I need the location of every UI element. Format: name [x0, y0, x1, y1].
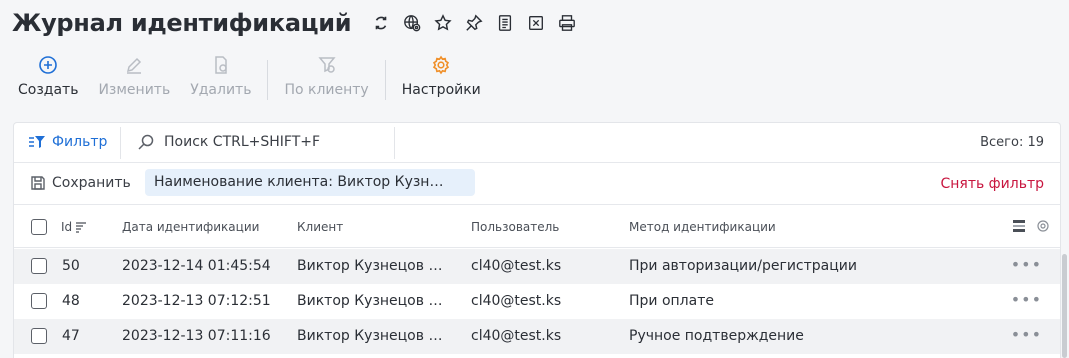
cell-id: 48	[62, 293, 80, 309]
row-checkbox[interactable]	[31, 258, 47, 274]
row-checkbox[interactable]	[31, 293, 47, 309]
cell-client: Виктор Кузнецов …	[297, 328, 443, 344]
row-menu-icon[interactable]: •••	[1011, 255, 1042, 274]
edit-label: Изменить	[98, 82, 171, 98]
page: Журнал идентификаций Создать Изменить Уд…	[0, 0, 1069, 358]
plus-circle-icon	[37, 54, 59, 76]
saved-filter-bar: Сохранить Наименование клиента: Виктор К…	[14, 164, 1060, 205]
table-row[interactable]: 47 2023-12-13 07:11:16 Виктор Кузнецов ……	[14, 319, 1060, 354]
column-id-label: Id	[61, 220, 73, 234]
journal-panel: Фильтр Поиск CTRL+SHIFT+F Всего: 19 Сохр…	[13, 122, 1061, 358]
settings-button[interactable]: Настройки	[392, 54, 491, 98]
row-menu-icon[interactable]: •••	[1011, 325, 1042, 344]
toolbar-divider	[267, 60, 269, 100]
divider	[120, 127, 121, 159]
cell-user: cl40@test.ks	[471, 293, 562, 309]
cell-date: 2023-12-14 01:45:54	[122, 258, 271, 274]
column-client[interactable]: Клиент	[297, 220, 343, 234]
column-user[interactable]: Пользователь	[471, 220, 559, 234]
cell-method: Ручное подтверждение	[629, 328, 804, 344]
star-icon[interactable]	[433, 13, 453, 33]
delete-document-icon	[210, 54, 232, 76]
edit-button[interactable]: Изменить	[88, 54, 180, 98]
pencil-icon	[123, 54, 145, 76]
create-button[interactable]: Создать	[8, 54, 88, 98]
clear-filter-button[interactable]: Снять фильтр	[940, 176, 1044, 192]
settings-label: Настройки	[401, 82, 481, 98]
search-placeholder: Поиск CTRL+SHIFT+F	[164, 134, 321, 150]
create-label: Создать	[18, 82, 79, 98]
select-all-checkbox[interactable]	[31, 219, 47, 235]
title-bar: Журнал идентификаций	[12, 6, 577, 40]
filter-label: Фильтр	[52, 134, 108, 150]
excel-icon[interactable]	[526, 13, 546, 33]
search-icon	[138, 134, 154, 150]
by-client-button[interactable]: По клиенту	[274, 54, 378, 98]
gear-icon	[430, 54, 452, 76]
table-header: Id Дата идентификации Клиент Пользовател…	[14, 206, 1060, 248]
pin-icon[interactable]	[464, 13, 484, 33]
cell-date: 2023-12-13 07:11:16	[122, 328, 271, 344]
column-id[interactable]: Id	[61, 220, 87, 234]
divider	[394, 127, 395, 159]
filter-icon	[29, 136, 45, 148]
density-icon[interactable]	[1012, 219, 1026, 233]
cell-date: 2023-12-13 07:12:51	[122, 293, 271, 309]
cell-client: Виктор Кузнецов …	[297, 258, 443, 274]
filter-client-icon	[316, 54, 338, 76]
active-filter-chip[interactable]: Наименование клиента: Виктор Кузн…	[145, 169, 475, 196]
scrollbar[interactable]	[1062, 254, 1067, 358]
row-menu-icon[interactable]: •••	[1011, 290, 1042, 309]
save-filter-label: Сохранить	[52, 175, 131, 191]
row-checkbox[interactable]	[31, 328, 47, 344]
cell-id: 50	[62, 258, 80, 274]
page-title: Журнал идентификаций	[12, 9, 352, 37]
column-method[interactable]: Метод идентификации	[629, 220, 776, 234]
cell-client: Виктор Кузнецов …	[297, 293, 443, 309]
filter-button[interactable]: Фильтр	[28, 134, 107, 150]
save-filter-button[interactable]: Сохранить	[30, 175, 131, 191]
toolbar: Создать Изменить Удалить По клиенту Наст…	[8, 54, 491, 104]
cell-id: 47	[62, 328, 80, 344]
total-count: Всего: 19	[980, 135, 1044, 150]
filter-bar: Фильтр Поиск CTRL+SHIFT+F Всего: 19	[14, 123, 1060, 163]
column-settings-icon[interactable]	[1036, 219, 1050, 233]
print-icon[interactable]	[557, 13, 577, 33]
save-icon	[31, 176, 45, 190]
cell-method: При авторизации/регистрации	[629, 258, 857, 274]
delete-label: Удалить	[190, 82, 252, 98]
cell-user: cl40@test.ks	[471, 328, 562, 344]
search-input[interactable]: Поиск CTRL+SHIFT+F	[138, 134, 320, 150]
cell-user: cl40@test.ks	[471, 258, 562, 274]
delete-button[interactable]: Удалить	[180, 54, 261, 98]
document-icon[interactable]	[495, 13, 515, 33]
column-date[interactable]: Дата идентификации	[122, 220, 259, 234]
title-actions	[371, 13, 577, 33]
table-row[interactable]: 50 2023-12-14 01:45:54 Виктор Кузнецов ……	[14, 249, 1060, 284]
sort-icon	[76, 222, 87, 233]
globe-settings-icon[interactable]	[402, 13, 422, 33]
refresh-icon[interactable]	[371, 13, 391, 33]
cell-method: При оплате	[629, 293, 714, 309]
toolbar-divider	[384, 60, 386, 100]
header-actions	[1012, 219, 1050, 233]
by-client-label: По клиенту	[284, 82, 369, 98]
table-row[interactable]: 48 2023-12-13 07:12:51 Виктор Кузнецов ……	[14, 284, 1060, 319]
